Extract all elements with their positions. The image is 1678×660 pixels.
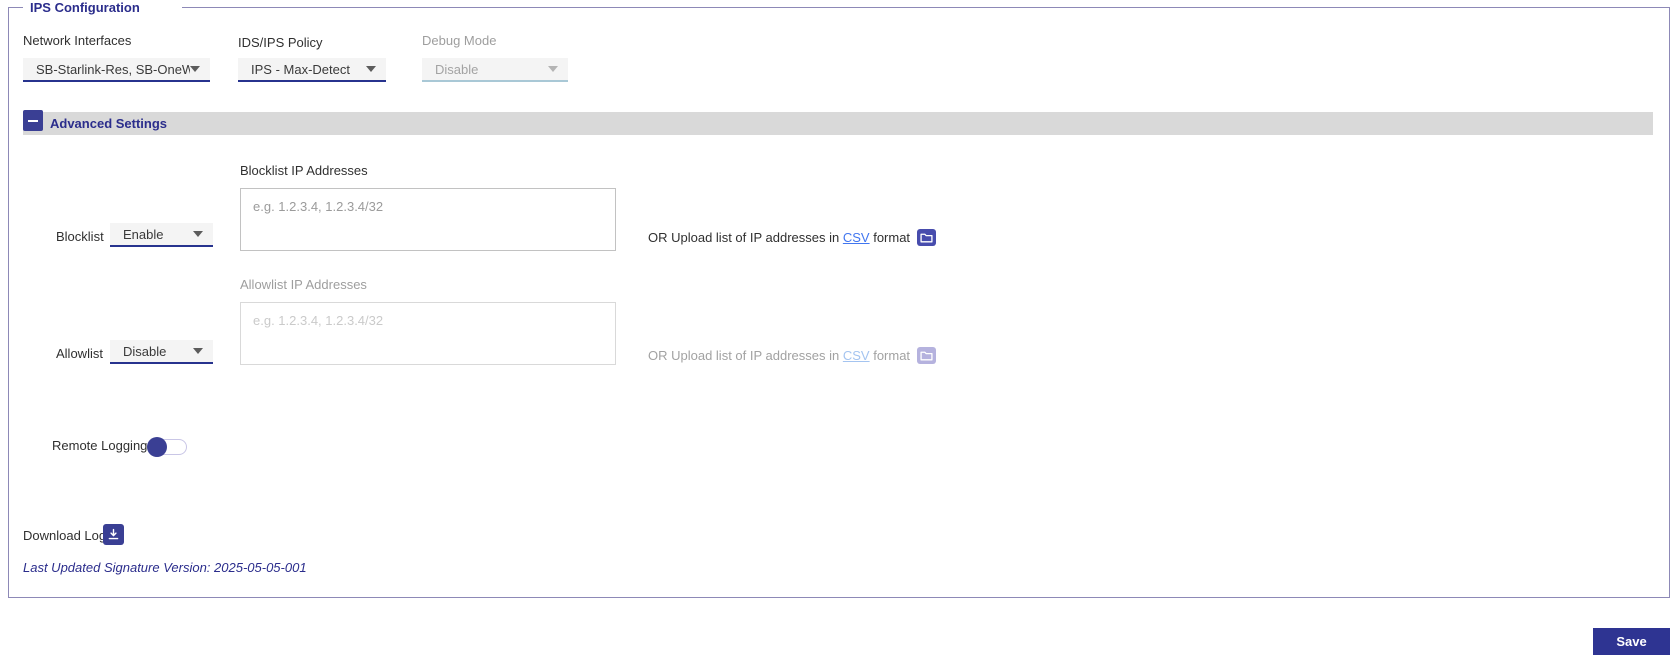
chevron-down-icon (190, 66, 200, 72)
blocklist-csv-upload-line: OR Upload list of IP addresses in CSV fo… (648, 229, 937, 246)
debug-mode-value: Disable (435, 61, 479, 77)
blocklist-csv-link[interactable]: CSV (843, 230, 870, 245)
allowlist-upload-text-suffix: format (869, 348, 911, 363)
download-logs-label: Download Logs (23, 528, 113, 543)
blocklist-upload-text: OR Upload list of IP addresses in (648, 230, 843, 245)
remote-logging-label: Remote Logging (52, 438, 148, 453)
network-interfaces-value: SB-Starlink-Res, SB-OneWebb (36, 61, 190, 77)
blocklist-ip-addresses-input[interactable] (240, 188, 616, 251)
ips-configuration-page: IPS Configuration Network Interfaces SB-… (0, 0, 1678, 660)
toggle-thumb (147, 437, 167, 457)
advanced-settings-title: Advanced Settings (50, 116, 168, 131)
allowlist-upload-text: OR Upload list of IP addresses in (648, 348, 843, 363)
save-button[interactable]: Save (1593, 628, 1670, 655)
ids-ips-policy-select[interactable]: IPS - Max-Detect (238, 58, 386, 82)
debug-mode-select: Disable (422, 58, 568, 82)
allowlist-state-select[interactable]: Disable (110, 340, 213, 364)
blocklist-state-value: Enable (123, 226, 164, 242)
download-logs-button[interactable] (103, 524, 124, 545)
chevron-down-icon (193, 348, 203, 354)
download-icon (108, 528, 119, 540)
ids-ips-policy-label: IDS/IPS Policy (238, 35, 323, 50)
blocklist-csv-upload-button[interactable] (917, 229, 937, 246)
signature-version-text: Last Updated Signature Version: 2025-05-… (23, 560, 307, 575)
folder-upload-icon (920, 351, 933, 361)
blocklist-label: Blocklist (56, 229, 104, 244)
remote-logging-toggle[interactable] (147, 436, 189, 458)
ids-ips-policy-value: IPS - Max-Detect (251, 61, 350, 77)
blocklist-state-select[interactable]: Enable (110, 223, 213, 247)
blocklist-ip-addresses-label: Blocklist IP Addresses (240, 163, 368, 178)
chevron-down-icon (548, 66, 558, 72)
network-interfaces-label: Network Interfaces (23, 33, 132, 48)
panel-title: IPS Configuration (30, 0, 140, 15)
folder-upload-icon (920, 233, 933, 243)
network-interfaces-select[interactable]: SB-Starlink-Res, SB-OneWebb (23, 58, 210, 82)
allowlist-ip-addresses-label: Allowlist IP Addresses (240, 277, 367, 292)
minus-icon (28, 119, 38, 122)
allowlist-label: Allowlist (56, 346, 103, 361)
allowlist-csv-upload-line: OR Upload list of IP addresses in CSV fo… (648, 347, 937, 364)
allowlist-ip-addresses-input (240, 302, 616, 365)
chevron-down-icon (193, 231, 203, 237)
debug-mode-label: Debug Mode (422, 33, 497, 48)
chevron-down-icon (366, 66, 376, 72)
blocklist-upload-text-suffix: format (869, 230, 911, 245)
ips-configuration-panel: IPS Configuration (8, 0, 1670, 598)
advanced-settings-bar (23, 112, 1653, 135)
allowlist-state-value: Disable (123, 343, 167, 359)
advanced-settings-collapse-button[interactable] (23, 110, 43, 131)
allowlist-csv-link: CSV (842, 348, 870, 363)
allowlist-csv-upload-button (917, 347, 937, 364)
